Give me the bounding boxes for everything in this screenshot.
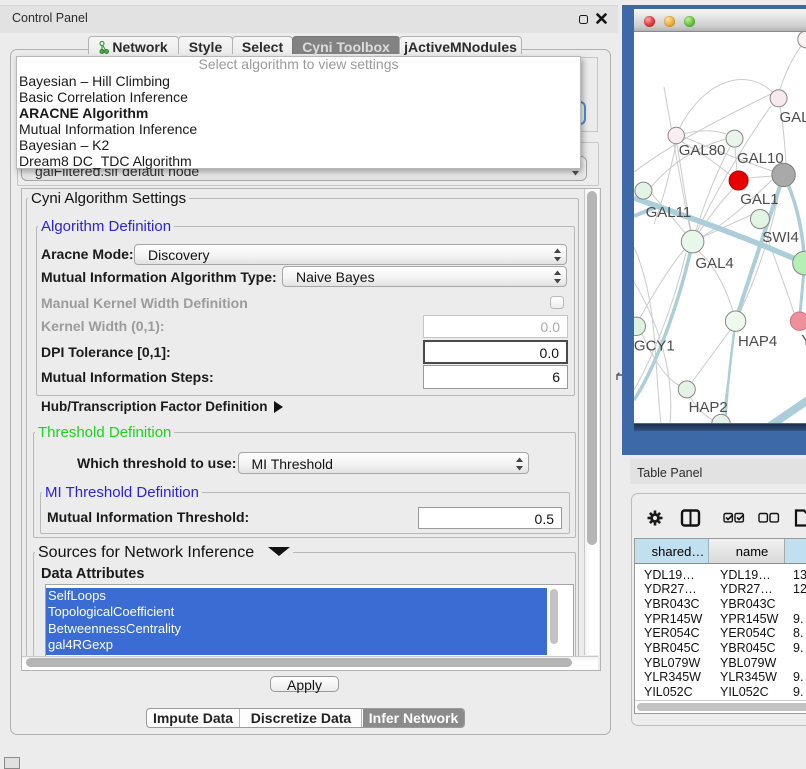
svg-text:Y: Y xyxy=(801,332,806,349)
svg-text:GAL4: GAL4 xyxy=(695,255,733,272)
svg-text:GAL11: GAL11 xyxy=(646,204,692,221)
svg-text:GAL10: GAL10 xyxy=(737,150,784,167)
svg-text:HAP4: HAP4 xyxy=(738,333,777,350)
svg-text:GAL7: GAL7 xyxy=(780,109,806,126)
svg-text:SWI4: SWI4 xyxy=(762,229,799,246)
svg-text:GAL80: GAL80 xyxy=(679,142,726,159)
svg-text:GAL1: GAL1 xyxy=(740,191,778,208)
svg-text:GCY1: GCY1 xyxy=(634,338,675,355)
svg-text:HAP2: HAP2 xyxy=(689,399,728,416)
